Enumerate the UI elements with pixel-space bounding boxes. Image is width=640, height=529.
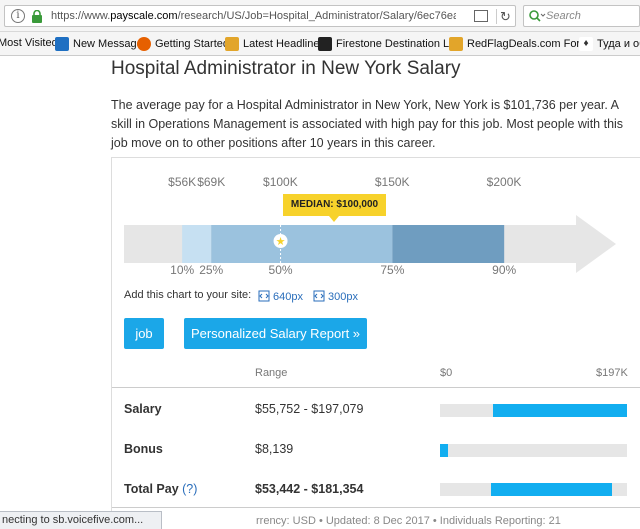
rss-icon: [225, 37, 239, 51]
page-icon: [318, 37, 332, 51]
percentile-tick-0: 10%: [170, 263, 195, 277]
embed-640-link[interactable]: 640px: [258, 290, 303, 303]
table-divider: [112, 507, 640, 508]
salary-range-chart: ★: [124, 215, 616, 273]
bookmark-label: Getting Started: [155, 37, 229, 50]
divider: [496, 9, 497, 24]
outlook-icon: [55, 37, 69, 51]
browser-toolbar: i https://www.payscale.com/research/US/J…: [0, 0, 640, 32]
bookmark-tuda[interactable]: ♦ Туда и обр: [579, 37, 640, 51]
percentile-tick-4: 90%: [492, 263, 517, 277]
embed-icon: [258, 290, 270, 302]
dollar-tick-2: $100K: [263, 175, 298, 189]
star-icon: ★: [276, 235, 286, 248]
range-band-10-25: [182, 225, 212, 263]
address-bar[interactable]: i https://www.payscale.com/research/US/J…: [4, 5, 516, 27]
salary-row-value: $55,752 - $197,079: [255, 402, 364, 416]
embed-label: Add this chart to your site:: [124, 289, 252, 301]
bookmark-label: Latest Headlines: [243, 37, 325, 50]
table-divider: [112, 387, 640, 388]
lock-icon[interactable]: [31, 10, 43, 23]
info-icon[interactable]: i: [11, 9, 25, 23]
help-link[interactable]: (?): [182, 482, 197, 496]
firefox-icon: [137, 37, 151, 51]
bookmark-label: RedFlagDeals.com For...: [467, 37, 589, 50]
total-pay-row-label: Total Pay (?): [124, 482, 197, 496]
median-label: MEDIAN: $100,000: [283, 194, 386, 216]
bookmark-latest-headlines[interactable]: Latest Headlines: [225, 37, 325, 51]
percentile-tick-3: 75%: [380, 263, 405, 277]
bookmark-most-visited[interactable]: Most Visited: [0, 37, 58, 49]
dollar-tick-4: $200K: [486, 175, 522, 189]
bookmark-label: Most Visited: [0, 37, 58, 49]
search-input[interactable]: Search: [546, 10, 581, 22]
dollar-tick-0: $56K: [168, 175, 197, 189]
page-title: Hospital Administrator in New York Salar…: [111, 58, 461, 79]
bookmark-label: Туда и обр: [597, 37, 640, 50]
range-column-header: Range: [255, 367, 288, 379]
bird-icon: ♦: [579, 37, 593, 51]
bookmark-label: New Message: [73, 37, 143, 50]
status-bar: necting to sb.voicefive.com...: [0, 511, 162, 529]
percentile-tick-1: 25%: [199, 263, 224, 277]
intro-paragraph: The average pay for a Hospital Administr…: [111, 98, 624, 150]
embed-300-label: 300px: [328, 291, 358, 303]
total-pay-label: Total Pay: [124, 482, 179, 496]
reader-view-icon[interactable]: [474, 10, 488, 22]
embed-icon: [313, 290, 325, 302]
scale-min-label: $0: [440, 367, 453, 379]
range-band-75-90: [392, 225, 505, 263]
dollar-tick-1: $69K: [197, 175, 226, 189]
rss-icon: [449, 37, 463, 51]
report-footnote: rrency: USD • Updated: 8 Dec 2017 • Indi…: [256, 515, 561, 527]
bonus-row-label: Bonus: [124, 442, 163, 456]
scale-max-label: $197K: [596, 367, 628, 379]
search-box[interactable]: Search: [523, 5, 640, 27]
bonus-bar: [440, 444, 448, 457]
salary-bar: [492, 404, 627, 417]
embed-300-link[interactable]: 300px: [313, 290, 358, 303]
reload-icon[interactable]: ↻: [500, 9, 511, 25]
total-pay-row-value: $53,442 - $181,354: [255, 482, 364, 496]
bookmark-redflagdeals[interactable]: RedFlagDeals.com For...: [449, 37, 589, 51]
dollar-tick-3: $150K: [374, 175, 410, 189]
bookmark-firestone[interactable]: Firestone Destination L...: [318, 37, 458, 51]
bookmark-getting-started[interactable]: Getting Started: [137, 37, 229, 51]
bonus-bar-track: [440, 444, 627, 457]
embed-640-label: 640px: [273, 291, 303, 303]
bonus-row-value: $8,139: [255, 442, 294, 456]
bookmark-new-message[interactable]: New Message: [55, 37, 143, 51]
salary-row-label: Salary: [124, 402, 162, 416]
salary-bar-track: [440, 404, 627, 417]
range-band-25-75: [211, 225, 393, 263]
total-pay-bar: [490, 483, 613, 496]
percentile-tick-2: 50%: [268, 263, 293, 277]
total-pay-bar-track: [440, 483, 627, 496]
bookmark-label: Firestone Destination L...: [336, 37, 459, 50]
search-icon[interactable]: [528, 9, 546, 23]
job-button[interactable]: job: [124, 318, 164, 349]
salary-report-button[interactable]: Personalized Salary Report »: [184, 318, 367, 349]
url-text[interactable]: https://www.payscale.com/research/US/Job…: [51, 10, 456, 22]
bookmarks-bar: Most Visited New Message Getting Started…: [0, 32, 640, 56]
